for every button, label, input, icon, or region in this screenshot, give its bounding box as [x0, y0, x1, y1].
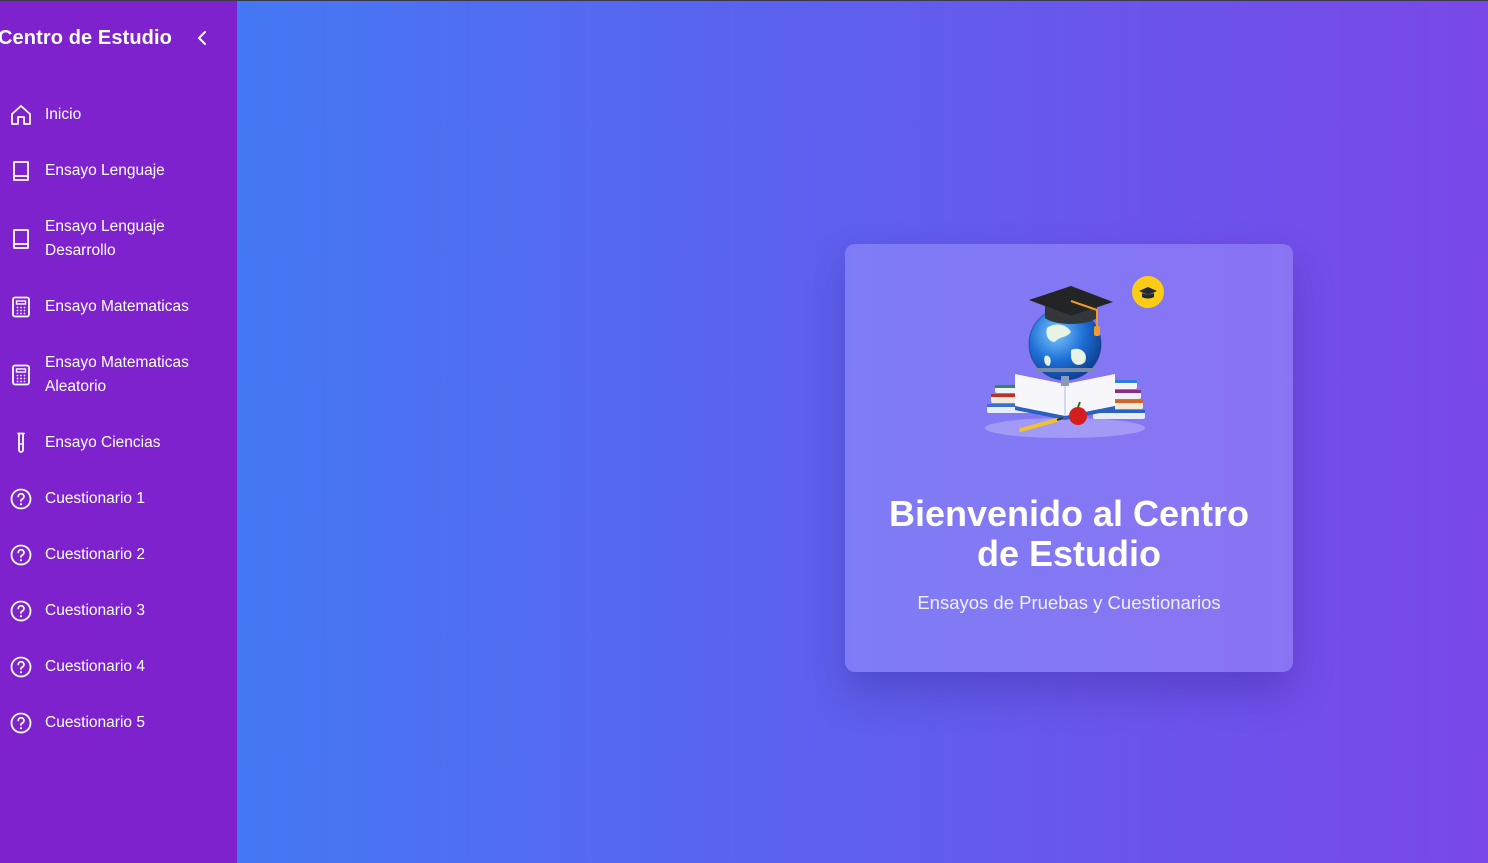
book-icon — [13, 229, 29, 249]
sidebar-item-label-line2: Aleatorio — [45, 378, 107, 395]
welcome-title: Bienvenido al Centro de Estudio — [845, 494, 1293, 574]
help-circle-icon — [10, 712, 32, 734]
sidebar-item-cuestionario-3[interactable]: Cuestionario 3 — [0, 598, 237, 624]
welcome-card: Bienvenido al Centro de Estudio Ensayos … — [845, 244, 1293, 672]
sidebar-item-cuestionario-2[interactable]: Cuestionario 2 — [0, 542, 237, 568]
sidebar-item-label: Cuestionario 5 — [45, 714, 145, 731]
help-circle-icon — [10, 656, 32, 678]
sidebar-item-label: Ensayo Matematicas — [45, 298, 189, 315]
sidebar-item-label-line1: Ensayo Matematicas — [45, 354, 189, 371]
sidebar-item-label: Ensayo Lenguaje — [45, 162, 165, 179]
sidebar-item-ensayo-ciencias[interactable]: Ensayo Ciencias — [0, 430, 237, 456]
help-circle-icon — [10, 544, 32, 566]
sidebar-item-ensayo-matematicas-aleatorio[interactable]: Ensayo Matematicas Aleatorio — [0, 350, 237, 400]
welcome-title-line2: de Estudio — [976, 533, 1161, 574]
sidebar-item-label: Cuestionario 2 — [45, 546, 145, 563]
sidebar-item-label: Ensayo Ciencias — [45, 434, 161, 451]
calculator-icon — [12, 296, 30, 318]
sidebar-header: Centro de Estudio — [0, 25, 237, 55]
calculator-icon — [12, 364, 30, 386]
sidebar-item-ensayo-matematicas[interactable]: Ensayo Matematicas — [0, 294, 237, 320]
sidebar-item-cuestionario-4[interactable]: Cuestionario 4 — [0, 654, 237, 680]
home-icon — [11, 105, 31, 125]
sidebar-item-inicio[interactable]: Inicio — [0, 102, 237, 128]
chevron-left-icon — [198, 31, 206, 45]
help-circle-icon — [10, 600, 32, 622]
sidebar-item-label-line1: Ensayo Lenguaje — [45, 218, 165, 235]
collapse-sidebar-button[interactable] — [192, 28, 212, 48]
sidebar-item-label: Cuestionario 1 — [45, 490, 145, 507]
test-tube-icon — [17, 432, 25, 453]
sidebar-item-label-line2: Desarrollo — [45, 242, 116, 259]
globe-books-graduation-cap-illustration — [985, 276, 1164, 438]
welcome-title-line1: Bienvenido al Centro — [888, 493, 1250, 534]
help-circle-icon — [10, 488, 32, 510]
sidebar-item-ensayo-lenguaje[interactable]: Ensayo Lenguaje — [0, 158, 237, 184]
sidebar-item-label: Cuestionario 3 — [45, 602, 145, 619]
book-icon — [13, 161, 29, 181]
sidebar-item-label: Cuestionario 4 — [45, 658, 145, 675]
sidebar-item-label: Inicio — [45, 106, 82, 123]
sidebar-item-cuestionario-5[interactable]: Cuestionario 5 — [0, 710, 237, 736]
welcome-subtitle: Ensayos de Pruebas y Cuestionarios — [917, 592, 1221, 613]
sidebar-title: Centro de Estudio — [0, 27, 172, 49]
graduation-cap-badge-icon — [1132, 276, 1164, 308]
sidebar-item-ensayo-lenguaje-desarrollo[interactable]: Ensayo Lenguaje Desarrollo — [0, 214, 237, 264]
sidebar: Centro de Estudio Inicio Ensayo Lenguaje… — [0, 1, 237, 863]
sidebar-item-cuestionario-1[interactable]: Cuestionario 1 — [0, 486, 237, 512]
